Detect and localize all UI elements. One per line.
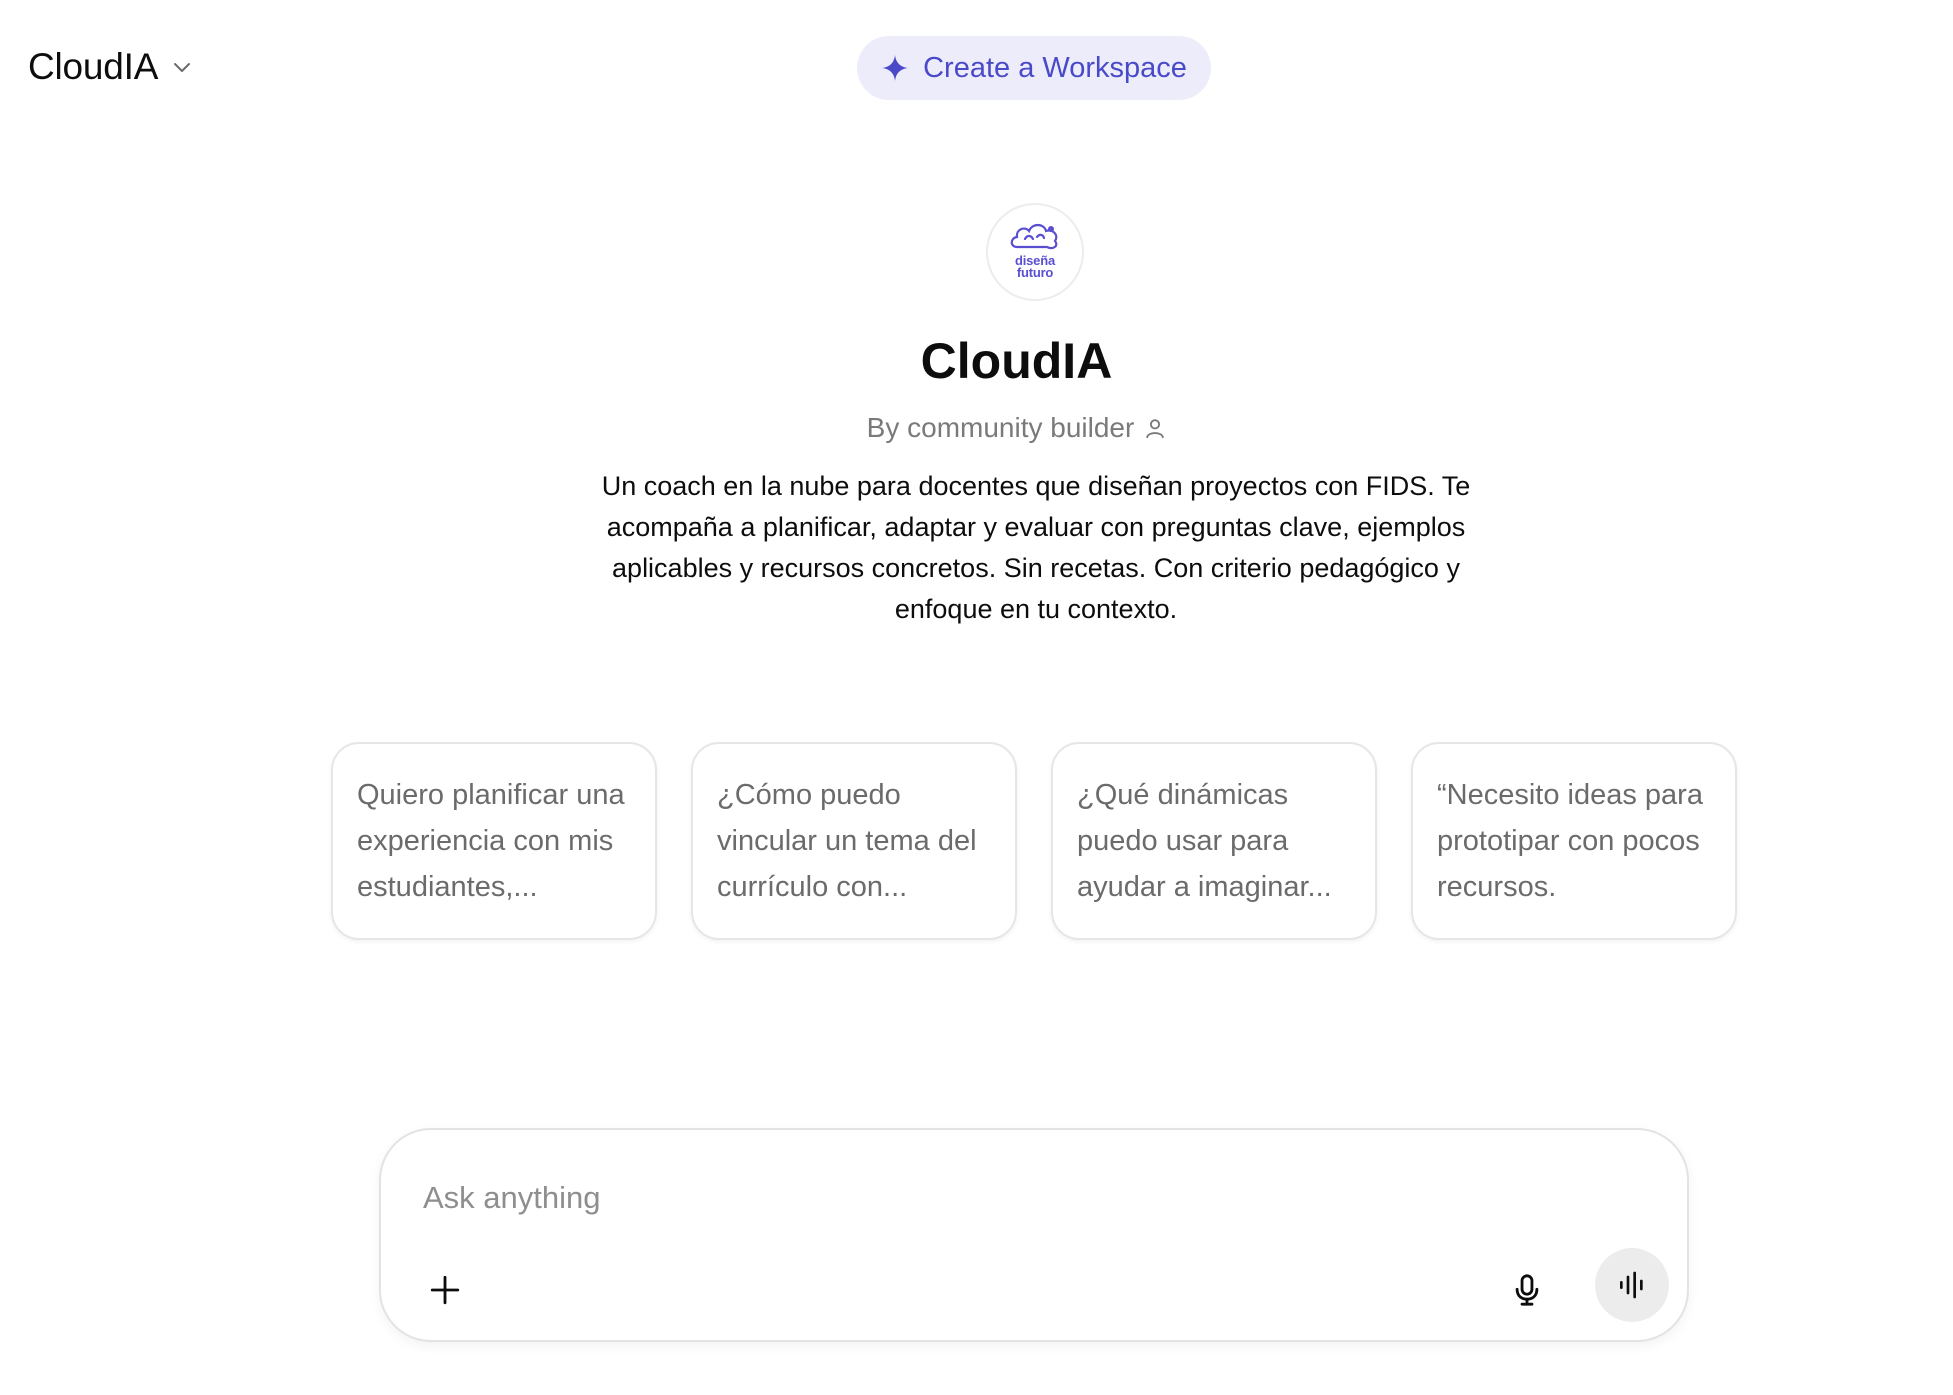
starter-card[interactable]: ¿Qué dinámicas puedo usar para ayudar a … (1051, 742, 1377, 940)
page: CloudIA Create a Workspace diseña futuro… (0, 0, 1953, 1395)
byline: By community builder (0, 412, 1953, 444)
gpt-description: Un coach en la nube para docentes que di… (601, 471, 1471, 624)
conversation-starters: Quiero planificar una experiencia con mi… (331, 742, 1737, 940)
starter-card[interactable]: “Necesito ideas para prototipar con poco… (1411, 742, 1737, 940)
person-icon (1146, 419, 1165, 439)
microphone-icon (1515, 1274, 1539, 1306)
cloud-logo-icon (1010, 223, 1058, 250)
starter-card[interactable]: Quiero planificar una experiencia con mi… (331, 742, 657, 940)
chevron-down-icon (174, 63, 191, 72)
model-picker[interactable]: CloudIA (28, 46, 194, 88)
gpt-title: CloudIA (920, 333, 1113, 389)
voice-mode-button[interactable] (1595, 1248, 1669, 1322)
sparkle-icon (882, 55, 908, 81)
create-workspace-button[interactable]: Create a Workspace (857, 36, 1211, 100)
plus-icon (430, 1275, 460, 1305)
composer (379, 1128, 1689, 1342)
dictate-button[interactable] (1501, 1264, 1553, 1316)
model-name: CloudIA (28, 46, 159, 87)
logo-text-line2: futuro (1016, 265, 1054, 280)
attach-button[interactable] (419, 1264, 471, 1316)
prompt-input[interactable] (423, 1172, 1603, 1224)
byline-text: By community builder (866, 412, 1135, 443)
voice-waveform-icon (1620, 1271, 1643, 1299)
starter-card[interactable]: ¿Cómo puedo vincular un tema del currícu… (691, 742, 1017, 940)
gpt-avatar: diseña futuro (986, 203, 1084, 301)
create-workspace-label: Create a Workspace (923, 51, 1187, 84)
